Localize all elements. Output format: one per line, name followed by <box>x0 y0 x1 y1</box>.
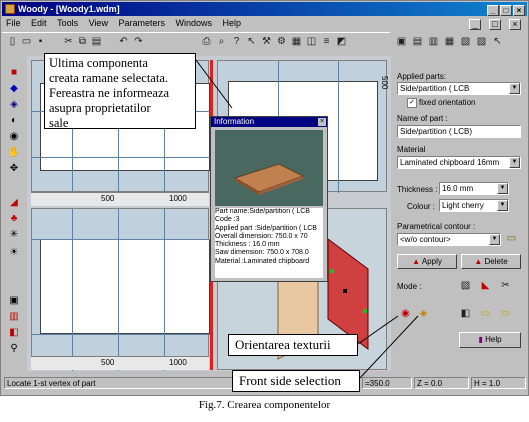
figure-caption: Fig.7. Crearea componentelor <box>198 399 331 411</box>
callout-arrow <box>357 315 399 345</box>
callout-arrow <box>359 315 419 379</box>
callout-arrow <box>195 59 233 109</box>
callout-arrows <box>195 59 419 379</box>
